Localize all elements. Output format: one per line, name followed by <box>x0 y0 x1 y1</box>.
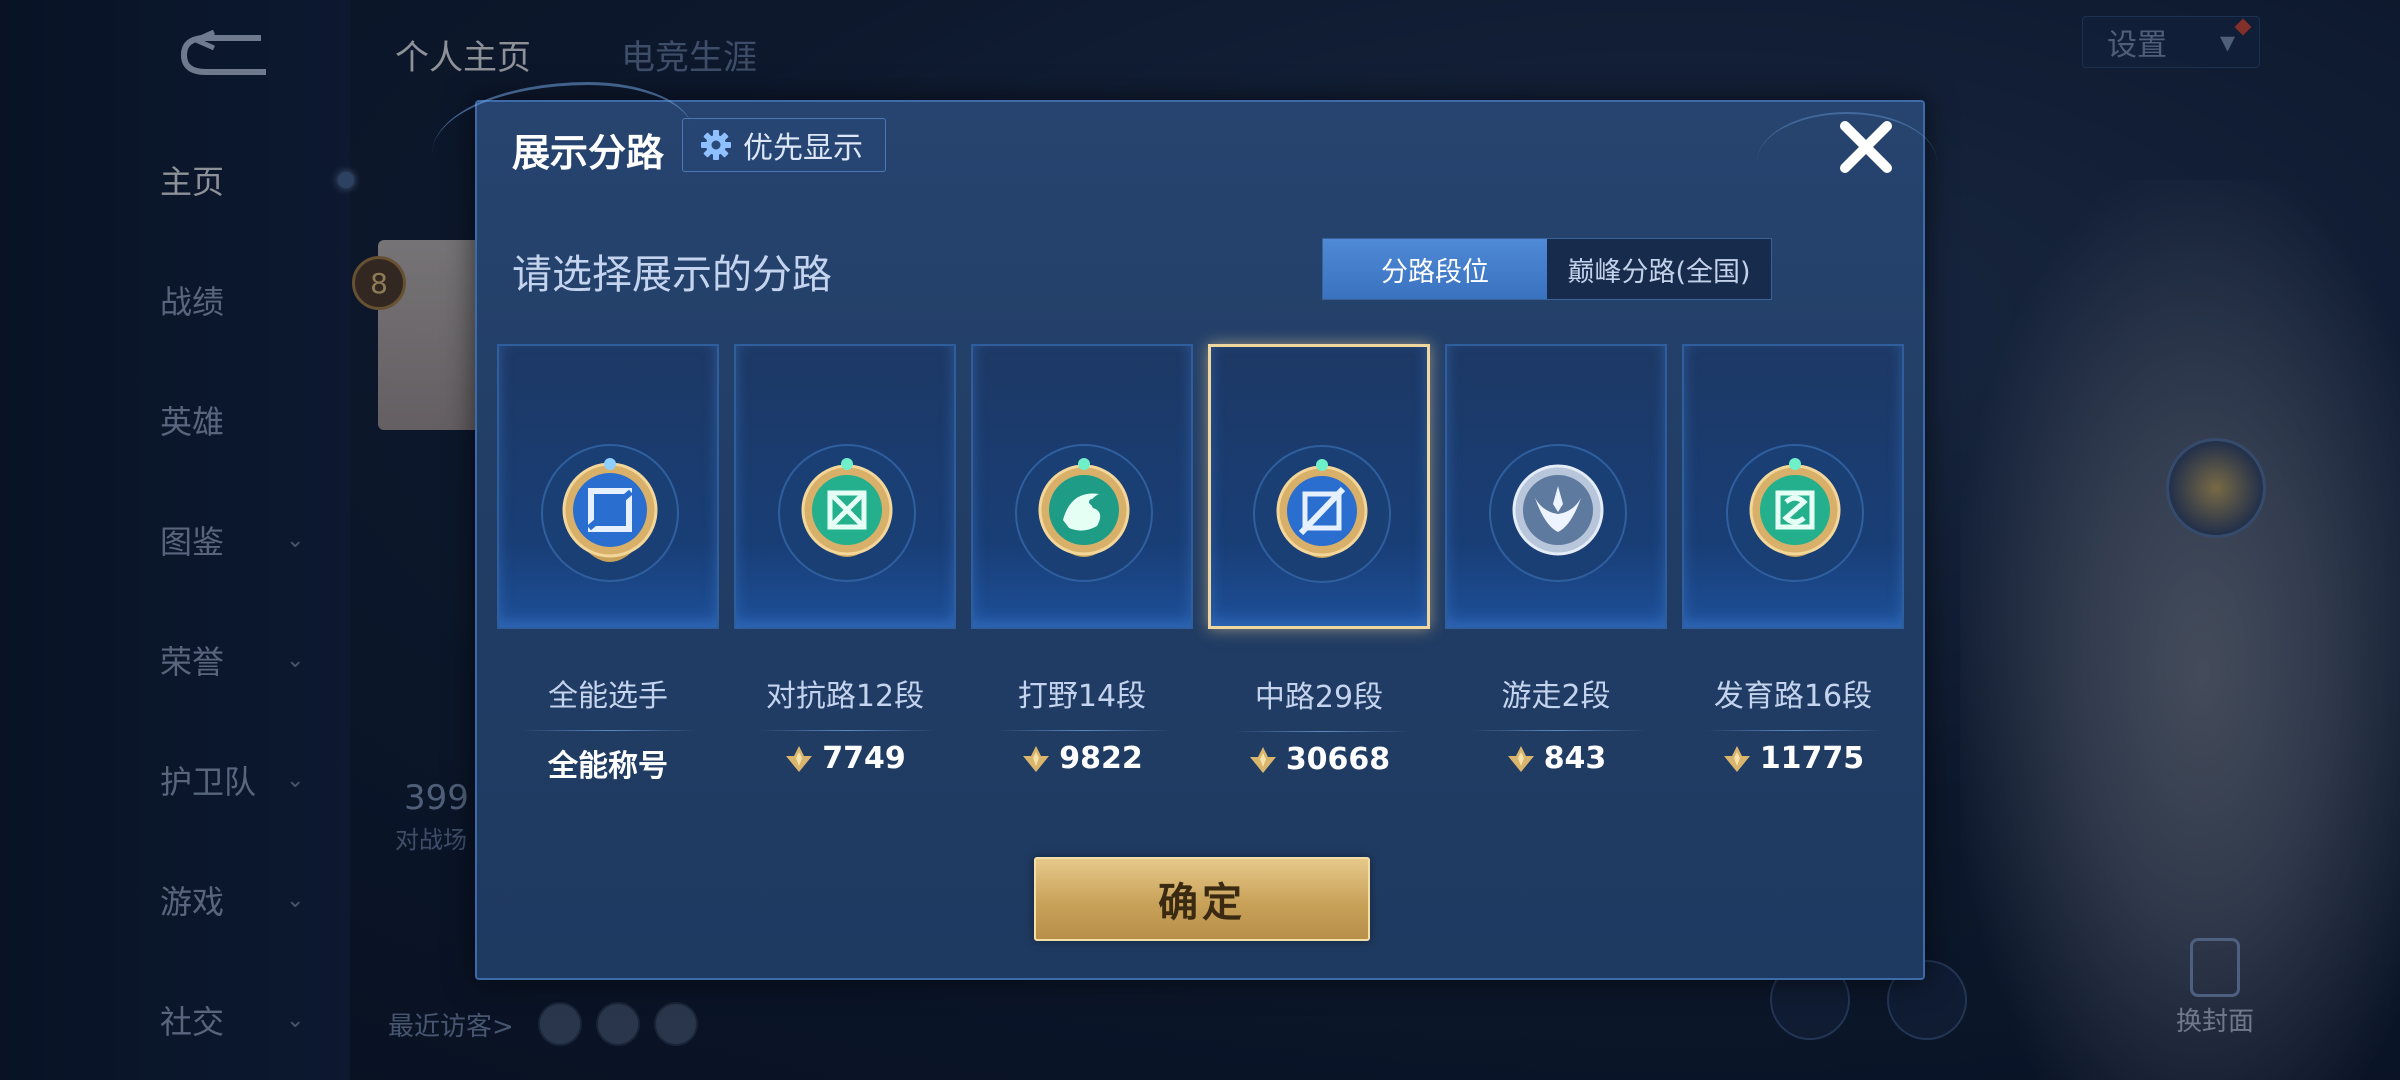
lane-card-value: 全能称号 <box>499 741 717 785</box>
jungle-emblem-icon <box>1013 442 1155 584</box>
lane-type-toggle: 分路段位 巅峰分路(全国) <box>1322 238 1772 300</box>
farm-lane-emblem-icon <box>1724 442 1866 584</box>
lane-card-name: 打野14段 <box>1017 679 1147 714</box>
clash-lane-emblem-icon <box>776 442 918 584</box>
lane-card-name: 中路29段 <box>1254 680 1384 715</box>
peak-score-value: 9822 <box>1059 741 1143 776</box>
priority-display-button[interactable]: 优先显示 <box>682 118 886 172</box>
peak-score-value: 30668 <box>1285 742 1391 777</box>
divider <box>1233 731 1411 732</box>
divider <box>1706 730 1884 731</box>
roam-emblem-icon <box>1487 442 1629 584</box>
divider <box>521 730 699 731</box>
tab-lane-rank[interactable]: 分路段位 <box>1323 239 1547 299</box>
dialog-title: 展示分路 <box>512 131 665 175</box>
lane-card-name: 游走2段 <box>1501 679 1611 714</box>
divider <box>758 730 936 731</box>
lane-card-value: 843 <box>1447 741 1665 776</box>
lane-card-value: 7749 <box>736 741 954 776</box>
lane-card-name: 发育路16段 <box>1713 679 1873 714</box>
section-title: 请选择展示的分路 <box>512 252 832 298</box>
lane-card-roam[interactable]: 游走2段 843 <box>1445 344 1667 776</box>
peak-score-icon <box>1506 744 1536 774</box>
all-round-emblem-icon <box>539 442 681 584</box>
lane-cards: 全能选手 全能称号 对抗路12段 7749 打野14段 9822 中路29段 3… <box>497 344 1907 784</box>
lane-card-name: 全能选手 <box>548 679 668 714</box>
lane-card-jungle[interactable]: 打野14段 9822 <box>971 344 1193 776</box>
divider <box>1469 730 1647 731</box>
peak-score-value: 843 <box>1543 741 1607 776</box>
close-icon[interactable] <box>1835 116 1897 178</box>
lane-card-all-round[interactable]: 全能选手 全能称号 <box>497 344 719 784</box>
peak-score-icon <box>784 744 814 774</box>
lane-card-title-text: 全能称号 <box>548 749 668 784</box>
mid-lane-emblem-icon <box>1251 443 1393 585</box>
tab-peak-lane[interactable]: 巅峰分路(全国) <box>1547 239 1771 299</box>
priority-display-label: 优先显示 <box>743 131 863 166</box>
lane-card-value: 9822 <box>973 741 1191 776</box>
peak-score-icon <box>1248 745 1278 775</box>
lane-card-clash[interactable]: 对抗路12段 7749 <box>734 344 956 776</box>
peak-score-icon <box>1021 744 1051 774</box>
lane-card-value: 11775 <box>1684 741 1902 776</box>
peak-score-icon <box>1722 744 1752 774</box>
lane-card-farm[interactable]: 发育路16段 11775 <box>1682 344 1904 776</box>
lane-card-value: 30668 <box>1211 742 1427 777</box>
confirm-button[interactable]: 确定 <box>1034 857 1370 941</box>
lane-card-name: 对抗路12段 <box>765 679 925 714</box>
gear-icon <box>699 128 733 162</box>
divider <box>995 730 1173 731</box>
lane-card-mid[interactable]: 中路29段 30668 <box>1208 344 1430 777</box>
lane-display-dialog: 展示分路 优先显示 请选择展示的分路 分路段位 巅峰分路(全国) 全能选手 全能… <box>432 82 1937 980</box>
peak-score-value: 7749 <box>822 741 906 776</box>
peak-score-value: 11775 <box>1759 741 1865 776</box>
